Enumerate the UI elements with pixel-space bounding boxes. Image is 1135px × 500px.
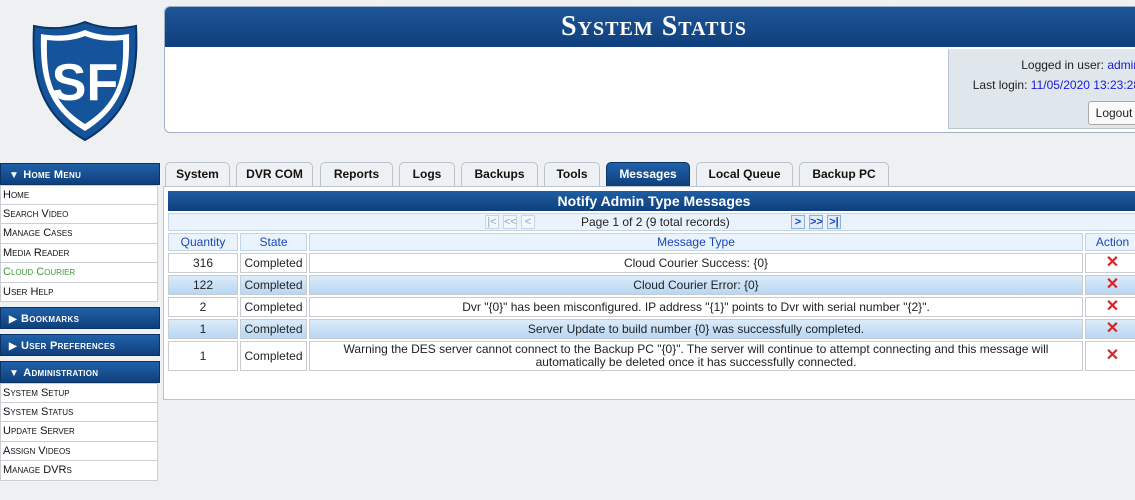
tab-system[interactable]: System [165,162,230,186]
pager: |< << < Page 1 of 2 (9 total records) > … [168,213,1135,231]
panel-title: Notify Admin Type Messages [168,191,1135,211]
row-state: Completed [240,341,307,371]
tab-backups[interactable]: Backups [461,162,538,186]
last-login-row: Last login: 11/05/2020 13:23:28 [949,77,1135,97]
svg-text:SF: SF [52,54,118,112]
row-quantity: 122 [168,275,238,295]
table-row: 316 Completed Cloud Courier Success: {0}… [168,253,1135,273]
sidebar-item-manage-dvrs[interactable]: Manage DVRs [0,461,158,481]
row-message: Warning the DES server cannot connect to… [309,341,1083,371]
sidebar-item-search-video[interactable]: Search Video [0,204,158,224]
tab-backup-pc[interactable]: Backup PC [799,162,889,186]
first-page-icon[interactable]: |< [485,215,499,229]
bookmarks-header[interactable]: ▶ Bookmarks [0,307,160,329]
delete-icon[interactable]: ✕ [1085,319,1135,339]
bookmarks-title: Bookmarks [21,313,80,325]
triangle-right-icon: ▶ [9,341,17,352]
delete-icon[interactable]: ✕ [1085,253,1135,273]
pager-text: Page 1 of 2 (9 total records) [581,215,730,229]
logged-in-row: Logged in user: admin [949,57,1135,77]
row-quantity: 316 [168,253,238,273]
administration-header[interactable]: ▼ Administration [0,361,160,383]
tab-messages[interactable]: Messages [606,162,690,186]
sidebar-item-cloud-courier[interactable]: Cloud Courier [0,263,158,283]
table-row: 1 Completed Warning the DES server canno… [168,341,1135,371]
home-menu-title: Home Menu [23,169,82,181]
page-header: System Status Logged in user: admin Last… [164,6,1135,133]
row-state: Completed [240,319,307,339]
tab-local-queue[interactable]: Local Queue [696,162,793,186]
delete-icon[interactable]: ✕ [1085,297,1135,317]
row-quantity: 1 [168,319,238,339]
col-message-type[interactable]: Message Type [309,233,1083,251]
tab-tools[interactable]: Tools [544,162,600,186]
prev-ten-icon[interactable]: << [503,215,517,229]
logged-in-label: Logged in user: [1021,58,1104,72]
col-state[interactable]: State [240,233,307,251]
row-state: Completed [240,297,307,317]
sidebar-item-system-setup[interactable]: System Setup [0,383,158,403]
tab-logs[interactable]: Logs [399,162,455,186]
sidebar-item-update-server[interactable]: Update Server [0,422,158,442]
tab-reports[interactable]: Reports [320,162,393,186]
logout-button[interactable]: Logout [1088,101,1135,125]
sidebar-item-system-status[interactable]: System Status [0,402,158,422]
table-header-row: Quantity State Message Type Action [168,233,1135,251]
row-message: Cloud Courier Error: {0} [309,275,1083,295]
sidebar-item-assign-videos[interactable]: Assign Videos [0,441,158,461]
sidebar-item-home[interactable]: Home [0,185,158,205]
user-preferences-title: User Preferences [21,340,116,352]
user-preferences-header[interactable]: ▶ User Preferences [0,334,160,356]
row-quantity: 1 [168,341,238,371]
sf-logo: SF [30,20,140,142]
triangle-down-icon: ▼ [9,368,20,379]
sidebar-item-manage-cases[interactable]: Manage Cases [0,224,158,244]
col-quantity[interactable]: Quantity [168,233,238,251]
next-ten-icon[interactable]: >> [809,215,823,229]
user-info-box: Logged in user: admin Last login: 11/05/… [948,49,1135,129]
home-menu-header[interactable]: ▼ Home Menu [0,163,160,185]
logged-in-user[interactable]: admin [1107,58,1135,72]
table-row: 2 Completed Dvr "{0}" has been misconfig… [168,297,1135,317]
table-row: 1 Completed Server Update to build numbe… [168,319,1135,339]
sidebar-item-user-help[interactable]: User Help [0,282,158,302]
triangle-down-icon: ▼ [9,170,20,181]
last-login-label: Last login: [972,78,1028,92]
administration-title: Administration [23,367,99,379]
last-page-icon[interactable]: >| [827,215,841,229]
page-title: System Status [165,7,1135,47]
prev-page-icon[interactable]: < [521,215,535,229]
triangle-right-icon: ▶ [9,314,17,325]
row-message: Server Update to build number {0} was su… [309,319,1083,339]
col-action: Action [1085,233,1135,251]
row-state: Completed [240,275,307,295]
messages-panel: Notify Admin Type Messages |< << < Page … [163,186,1135,400]
last-login-value: 11/05/2020 13:23:28 [1030,78,1135,92]
row-message: Cloud Courier Success: {0} [309,253,1083,273]
tab-dvr-com[interactable]: DVR COM [236,162,313,186]
messages-table: Quantity State Message Type Action 316 C… [166,231,1135,373]
delete-icon[interactable]: ✕ [1085,341,1135,371]
next-page-icon[interactable]: > [791,215,805,229]
row-state: Completed [240,253,307,273]
table-row: 122 Completed Cloud Courier Error: {0} ✕ [168,275,1135,295]
delete-icon[interactable]: ✕ [1085,275,1135,295]
sidebar: ▼ Home Menu Home Search Video Manage Case… [0,163,160,481]
sidebar-item-media-reader[interactable]: Media Reader [0,243,158,263]
row-quantity: 2 [168,297,238,317]
row-message: Dvr "{0}" has been misconfigured. IP add… [309,297,1083,317]
